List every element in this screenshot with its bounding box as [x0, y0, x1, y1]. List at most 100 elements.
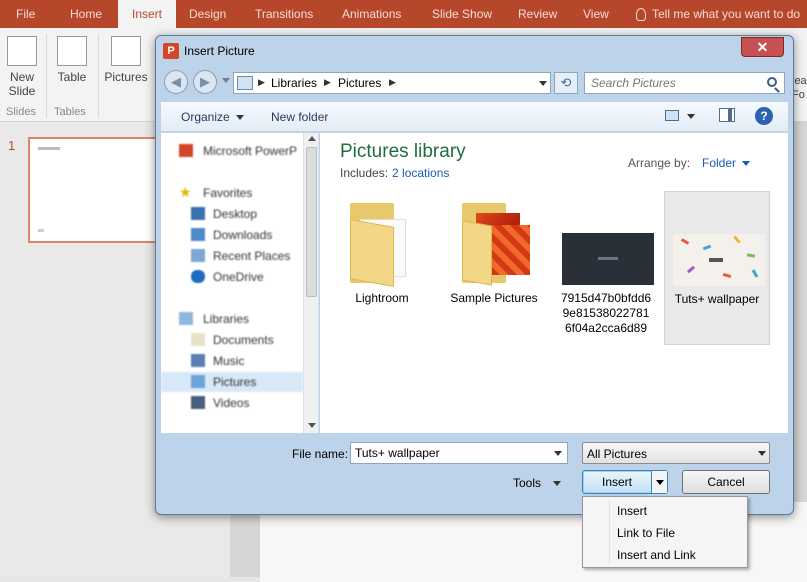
nav-item-documents[interactable]: Documents: [161, 330, 303, 350]
navigation-pane: Microsoft PowerP ★ Favorites Desktop Down…: [161, 133, 319, 433]
nav-item-recent-places[interactable]: Recent Places: [161, 246, 303, 266]
file-name: Lightroom: [355, 291, 409, 305]
help-icon[interactable]: ?: [755, 107, 773, 125]
nav-item-music[interactable]: Music: [161, 351, 303, 371]
recent-pages-dropdown[interactable]: [222, 78, 230, 83]
music-icon: [191, 354, 205, 367]
slide-number: 1: [8, 138, 16, 153]
arrange-by-dropdown[interactable]: Folder: [702, 156, 751, 170]
close-button[interactable]: ✕: [741, 37, 784, 57]
chevron-down-icon[interactable]: [539, 81, 547, 86]
image-thumbnail: [673, 234, 765, 286]
tab-transitions[interactable]: Transitions: [255, 0, 313, 28]
search-icon[interactable]: [767, 77, 777, 87]
menu-item-link-to-file[interactable]: Link to File: [585, 522, 745, 544]
lightbulb-icon: [636, 8, 646, 22]
scroll-down-icon[interactable]: [308, 423, 316, 428]
file-type-value: All Pictures: [587, 447, 648, 461]
ribbon-divider: [46, 34, 47, 118]
tab-home[interactable]: Home: [70, 0, 102, 28]
nav-item-downloads[interactable]: Downloads: [161, 225, 303, 245]
star-icon: ★: [179, 184, 192, 200]
nav-item-libraries[interactable]: Libraries: [161, 309, 303, 329]
refresh-button[interactable]: ⟲: [554, 72, 578, 94]
cancel-button[interactable]: Cancel: [682, 470, 770, 494]
back-arrow-icon[interactable]: ◀: [164, 70, 188, 94]
slide-thumbnail[interactable]: [28, 137, 158, 243]
file-item-hash-image[interactable]: 7915d47b0bfdd69e815380227816f04a2cca6d89: [554, 191, 658, 345]
chevron-down-icon: [758, 451, 766, 456]
file-list-pane: Pictures library Includes: 2 locations Ar…: [320, 133, 788, 433]
tab-review[interactable]: Review: [518, 0, 557, 28]
table-button[interactable]: Table: [52, 36, 92, 84]
nav-item-desktop[interactable]: Desktop: [161, 204, 303, 224]
tab-insert[interactable]: Insert: [118, 0, 177, 28]
organize-button[interactable]: Organize: [181, 110, 244, 124]
nav-item-favorites[interactable]: ★ Favorites: [161, 183, 303, 203]
new-slide-button[interactable]: New Slide: [4, 36, 40, 98]
nav-item-app[interactable]: Microsoft PowerP: [161, 141, 303, 161]
new-slide-icon: [7, 36, 37, 66]
chevron-down-icon[interactable]: [554, 451, 562, 456]
nav-item-videos[interactable]: Videos: [161, 393, 303, 413]
file-name: 7915d47b0bfdd69e815380227816f04a2cca6d89: [560, 291, 652, 335]
file-item-tuts-wallpaper[interactable]: Tuts+ wallpaper: [664, 191, 770, 345]
file-type-select[interactable]: All Pictures: [582, 442, 770, 464]
library-includes: Includes: 2 locations: [340, 166, 449, 180]
tab-file[interactable]: File: [16, 0, 35, 28]
pictures-icon: [191, 375, 205, 388]
tab-view[interactable]: View: [583, 0, 609, 28]
pictures-button[interactable]: Pictures: [102, 36, 150, 84]
file-item-sample-pictures[interactable]: Sample Pictures: [442, 191, 546, 345]
nav-onedrive-label: OneDrive: [213, 270, 264, 284]
chevron-right-icon[interactable]: ▶: [258, 77, 265, 88]
tools-button[interactable]: Tools: [513, 476, 562, 490]
group-slides-label: Slides: [6, 106, 36, 118]
nav-scrollbar[interactable]: [303, 133, 318, 433]
desktop-icon: [191, 207, 205, 220]
menu-item-insert[interactable]: Insert: [585, 500, 745, 522]
scroll-up-icon[interactable]: [308, 136, 316, 141]
chevron-down-icon: [656, 480, 664, 485]
ppt-tab-bar: File Home Insert Design Transitions Anim…: [0, 0, 807, 28]
folder-icon: [462, 203, 530, 286]
tab-design[interactable]: Design: [189, 0, 226, 28]
tab-slide-show[interactable]: Slide Show: [432, 0, 492, 28]
insert-split-button: Insert: [582, 470, 668, 494]
change-view-icon[interactable]: [665, 110, 679, 121]
tell-me-search[interactable]: Tell me what you want to do: [636, 0, 800, 28]
chevron-down-icon: [742, 161, 751, 167]
view-options-dropdown[interactable]: [687, 114, 695, 119]
file-name: Tuts+ wallpaper: [674, 292, 760, 306]
insert-button[interactable]: Insert: [583, 471, 651, 493]
insert-picture-dialog: P Insert Picture ✕ ◀ ▶ ▶ Libraries ▶ Pic…: [155, 35, 794, 515]
scroll-thumb[interactable]: [306, 147, 317, 297]
library-title: Pictures library: [340, 141, 466, 162]
chevron-right-icon[interactable]: ▶: [389, 77, 396, 88]
forward-arrow-icon[interactable]: ▶: [193, 70, 217, 94]
locations-link[interactable]: 2 locations: [392, 166, 449, 180]
breadcrumb-libraries[interactable]: Libraries: [271, 76, 317, 90]
chevron-right-icon[interactable]: ▶: [324, 77, 331, 88]
search-box: [584, 72, 785, 94]
nav-item-pictures[interactable]: Pictures: [161, 372, 303, 392]
menu-item-insert-and-link[interactable]: Insert and Link: [585, 544, 745, 566]
file-name-input[interactable]: [351, 443, 547, 463]
image-thumbnail: [562, 233, 654, 285]
breadcrumb-pictures[interactable]: Pictures: [338, 76, 381, 90]
nav-documents-label: Documents: [213, 333, 274, 347]
dialog-titlebar[interactable]: P Insert Picture ✕: [156, 36, 793, 66]
search-input[interactable]: [585, 73, 760, 93]
preview-pane-icon[interactable]: [719, 108, 735, 122]
new-folder-button[interactable]: New folder: [271, 110, 328, 124]
nav-item-onedrive[interactable]: OneDrive: [161, 267, 303, 287]
folder-icon: [350, 203, 410, 287]
recent-places-icon: [191, 249, 205, 262]
file-item-lightroom[interactable]: Lightroom: [330, 191, 434, 345]
insert-options-button[interactable]: [651, 471, 667, 493]
breadcrumb[interactable]: ▶ Libraries ▶ Pictures ▶: [233, 72, 551, 94]
tab-animations[interactable]: Animations: [342, 0, 401, 28]
nav-music-label: Music: [213, 354, 245, 368]
nav-pictures-label: Pictures: [213, 375, 257, 389]
table-label: Table: [57, 70, 87, 84]
